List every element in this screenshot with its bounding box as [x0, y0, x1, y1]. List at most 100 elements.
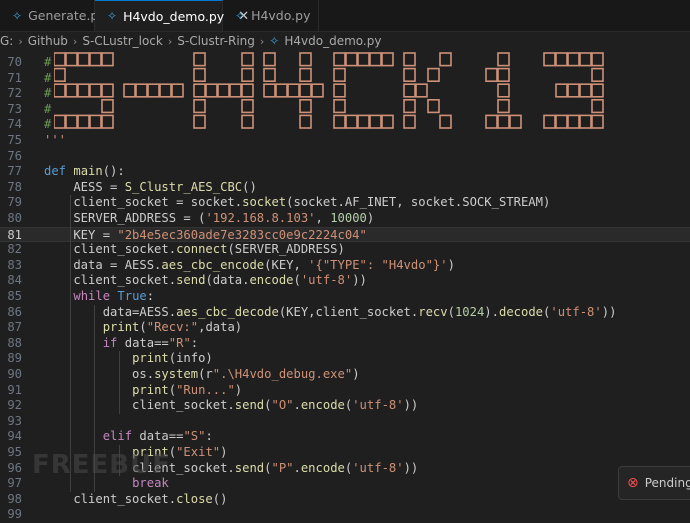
line-number: 82	[7, 242, 22, 257]
breadcrumb-item[interactable]: H4vdo_demo.py	[284, 34, 381, 48]
tab-h4vdo-demo[interactable]: ✧ H4vdo_demo.py ✕	[95, 0, 249, 31]
ascii-block	[65, 83, 78, 98]
code-line[interactable]: 90 os.system(r".\H4vdo_debug.exe")	[0, 367, 690, 383]
ascii-block	[591, 98, 604, 114]
ascii-block	[241, 67, 254, 83]
ascii-block	[403, 114, 416, 129]
code-line[interactable]: 84 client_socket.send(data.encode('utf-8…	[0, 273, 690, 289]
code-line[interactable]: 99	[0, 507, 690, 523]
ascii-block	[427, 67, 440, 83]
ascii-block	[299, 83, 312, 98]
code-line[interactable]: 89 print(info)	[0, 351, 690, 367]
ascii-block	[65, 114, 78, 129]
line-number: 83	[7, 257, 22, 272]
code-text: KEY = "2b4e5ec360ade7e3283cc0e9c2224c04"	[44, 227, 367, 242]
ascii-block	[579, 114, 592, 129]
ascii-block	[497, 114, 510, 129]
ascii-block	[555, 52, 568, 67]
code-line[interactable]: 85 while True:	[0, 289, 690, 305]
ascii-block	[54, 83, 66, 98]
line-number: 94	[7, 429, 22, 444]
ascii-block	[591, 114, 604, 129]
code-text: data = AESS.aes_cbc_encode(KEY, '{"TYPE"…	[44, 257, 455, 272]
ascii-block	[381, 52, 394, 67]
breadcrumb: G: › Github › S-CLustr_lock › S-Clustr-R…	[0, 31, 690, 51]
code-line[interactable]: 93	[0, 414, 690, 430]
line-number: 90	[7, 367, 22, 381]
line-number: 96	[7, 460, 22, 475]
code-line[interactable]: 94 elif data=="S":	[0, 429, 690, 445]
breadcrumb-item[interactable]: S-CLustr_lock	[82, 34, 163, 48]
ascii-block	[241, 52, 254, 67]
chevron-right-icon: ›	[259, 34, 265, 48]
notification-toast[interactable]: ⊗ Pending re	[618, 466, 690, 500]
breadcrumb-item[interactable]: Github	[28, 34, 68, 48]
code-text: print("Recv:",data)	[102, 320, 243, 335]
code-text: os.system(r".\H4vdo_debug.exe")	[44, 367, 360, 381]
ascii-block	[439, 114, 452, 129]
ascii-block	[205, 83, 218, 98]
ascii-block	[77, 114, 90, 129]
ascii-block	[299, 98, 312, 114]
ascii-block	[485, 67, 498, 83]
ascii-block	[567, 114, 580, 129]
ascii-block	[567, 83, 580, 98]
ascii-block	[333, 98, 346, 114]
ascii-block	[427, 98, 440, 114]
ascii-block	[54, 67, 66, 83]
code-line[interactable]: 83 data = AESS.aes_cbc_encode(KEY, '{"TY…	[0, 258, 690, 274]
code-text: client_socket = socket.socket(socket.AF_…	[44, 195, 551, 210]
ascii-block	[497, 98, 510, 114]
ascii-block	[299, 67, 312, 83]
ascii-block	[241, 83, 254, 98]
code-text: #	[44, 117, 52, 132]
code-line[interactable]: 88 if data=="R":	[0, 336, 690, 352]
line-number: 81	[7, 227, 22, 242]
ascii-block	[357, 114, 370, 129]
code-line[interactable]: 80 SERVER_ADDRESS = ('192.168.8.103', 10…	[0, 211, 690, 227]
code-line[interactable]: 87 print("Recv:",data)	[0, 320, 690, 336]
code-line[interactable]: 86 data=AESS.aes_cbc_decode(KEY,client_s…	[0, 305, 690, 321]
tab-h4vdo[interactable]: ✧ H4vdo.py	[223, 0, 319, 31]
code-text: data=AESS.aes_cbc_decode(KEY,client_sock…	[44, 304, 617, 319]
line-number: 95	[7, 445, 22, 459]
code-line[interactable]: 79 client_socket = socket.socket(socket.…	[0, 195, 690, 211]
chevron-right-icon: ›	[72, 34, 78, 48]
code-line[interactable]: 77 def main():	[0, 164, 690, 180]
line-number: 78	[7, 179, 22, 194]
ascii-block	[229, 83, 242, 98]
ascii-block	[497, 83, 510, 98]
ascii-block	[193, 52, 206, 67]
code-line[interactable]: 98 client_socket.close()	[0, 492, 690, 508]
watermark-logo: FREEBUF	[32, 450, 171, 480]
ascii-block	[333, 67, 346, 83]
code-line[interactable]: 82 client_socket.connect(SERVER_ADDRESS)	[0, 242, 690, 258]
code-text: while True:	[73, 289, 155, 303]
ascii-block	[381, 114, 394, 129]
ascii-block	[263, 83, 276, 98]
code-line[interactable]: 81 KEY = "2b4e5ec360ade7e3283cc0e9c2224c…	[0, 226, 690, 243]
ascii-block	[555, 83, 568, 98]
code-text: AESS = S_Clustr_AES_CBC()	[44, 179, 257, 194]
line-number: 80	[7, 211, 22, 225]
code-text: #	[44, 55, 52, 69]
tab-generate[interactable]: ✧ Generate.py	[0, 0, 106, 31]
ascii-block	[439, 52, 452, 67]
breadcrumb-item[interactable]: G:	[0, 34, 13, 48]
ascii-block	[415, 83, 428, 98]
ascii-block	[403, 83, 416, 98]
ascii-block	[123, 83, 136, 98]
ascii-block	[345, 114, 358, 129]
code-line[interactable]: 91 print("Run...")	[0, 383, 690, 399]
code-text: def main():	[44, 164, 125, 179]
code-line[interactable]: 76	[0, 149, 690, 165]
code-line[interactable]: 78 AESS = S_Clustr_AES_CBC()	[0, 180, 690, 196]
ascii-block	[193, 67, 206, 83]
code-line[interactable]: 75 '''	[0, 133, 690, 149]
ascii-block	[345, 52, 358, 67]
breadcrumb-item[interactable]: S-Clustr-Ring	[177, 34, 255, 48]
ascii-block	[403, 98, 416, 114]
tab-bar: ✧ Generate.py ✧ H4vdo_demo.py ✕ ✧ H4vdo.…	[0, 0, 690, 32]
ascii-block	[101, 114, 114, 129]
code-line[interactable]: 92 client_socket.send("O".encode('utf-8'…	[0, 398, 690, 414]
